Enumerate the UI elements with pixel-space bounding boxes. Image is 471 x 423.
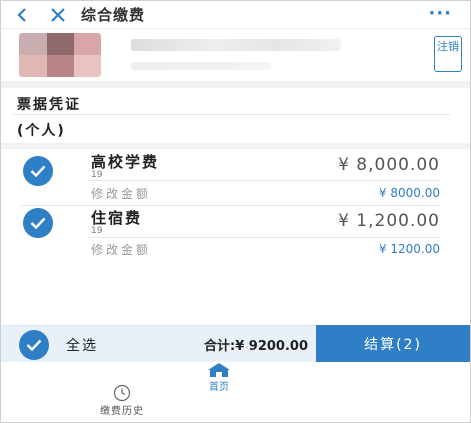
close-icon xyxy=(51,7,65,22)
tab-history[interactable]: 缴费历史 xyxy=(87,384,157,417)
fee-item-amount: ¥ 1,200.00 xyxy=(338,211,440,231)
modify-amount-label[interactable]: 修改金额 xyxy=(91,241,151,258)
more-menu-button[interactable]: ··· xyxy=(428,3,452,24)
select-all-label[interactable]: 全选 xyxy=(66,335,98,355)
fee-item-name: 住宿费 xyxy=(91,209,143,227)
modify-amount-label[interactable]: 修改金额 xyxy=(91,185,151,202)
clock-icon xyxy=(113,384,131,402)
tab-home[interactable]: 首页 xyxy=(199,362,239,393)
profile-section: 注销 xyxy=(1,28,470,81)
divider xyxy=(89,237,440,238)
checkout-button[interactable]: 结算(2) xyxy=(316,325,470,363)
home-icon xyxy=(208,363,230,377)
check-icon xyxy=(26,339,42,351)
item-checkbox[interactable] xyxy=(23,156,53,186)
tab-bar: 首页 缴费历史 xyxy=(1,362,470,422)
modify-amount-value[interactable]: ¥ 8000.00 xyxy=(379,186,440,200)
check-icon xyxy=(30,165,46,177)
tab-home-label: 首页 xyxy=(209,382,229,393)
avatar xyxy=(19,33,101,77)
divider xyxy=(89,180,440,181)
page-title: 综合缴费 xyxy=(81,6,146,24)
close-button[interactable] xyxy=(47,4,69,26)
chevron-left-icon xyxy=(17,7,26,22)
tab-history-label: 缴费历史 xyxy=(100,406,144,417)
checkout-bar: 全选 合计:¥ 9200.00 结算(2) xyxy=(1,325,470,363)
logout-button[interactable]: 注销 xyxy=(434,36,462,72)
modify-amount-value[interactable]: ¥ 1200.00 xyxy=(379,242,440,256)
app-frame: 综合缴费 ··· 注销 票据凭证 (个人) 高校学费 19 ¥ 8,000.00… xyxy=(0,0,471,423)
blurred-user-info xyxy=(131,62,271,70)
check-icon xyxy=(30,217,46,229)
top-nav: 综合缴费 ··· xyxy=(1,1,470,28)
fee-item: 住宿费 19 ¥ 1,200.00 修改金额 ¥ 1200.00 xyxy=(1,206,470,264)
fee-item-amount: ¥ 8,000.00 xyxy=(338,155,440,175)
receipt-section-title: 票据凭证 xyxy=(17,97,81,113)
fee-item: 高校学费 19 ¥ 8,000.00 修改金额 ¥ 8000.00 xyxy=(1,149,470,207)
item-checkbox[interactable] xyxy=(23,208,53,238)
receipt-type[interactable]: (个人) xyxy=(17,120,66,140)
back-button[interactable] xyxy=(11,4,33,26)
divider xyxy=(13,114,450,115)
fee-item-code: 19 xyxy=(91,170,103,180)
section-divider xyxy=(1,81,470,88)
fee-item-name: 高校学费 xyxy=(91,153,160,171)
blurred-user-name xyxy=(131,39,341,51)
total-amount: 合计:¥ 9200.00 xyxy=(204,339,308,354)
select-all-checkbox[interactable] xyxy=(19,330,49,360)
fee-item-code: 19 xyxy=(91,226,103,236)
